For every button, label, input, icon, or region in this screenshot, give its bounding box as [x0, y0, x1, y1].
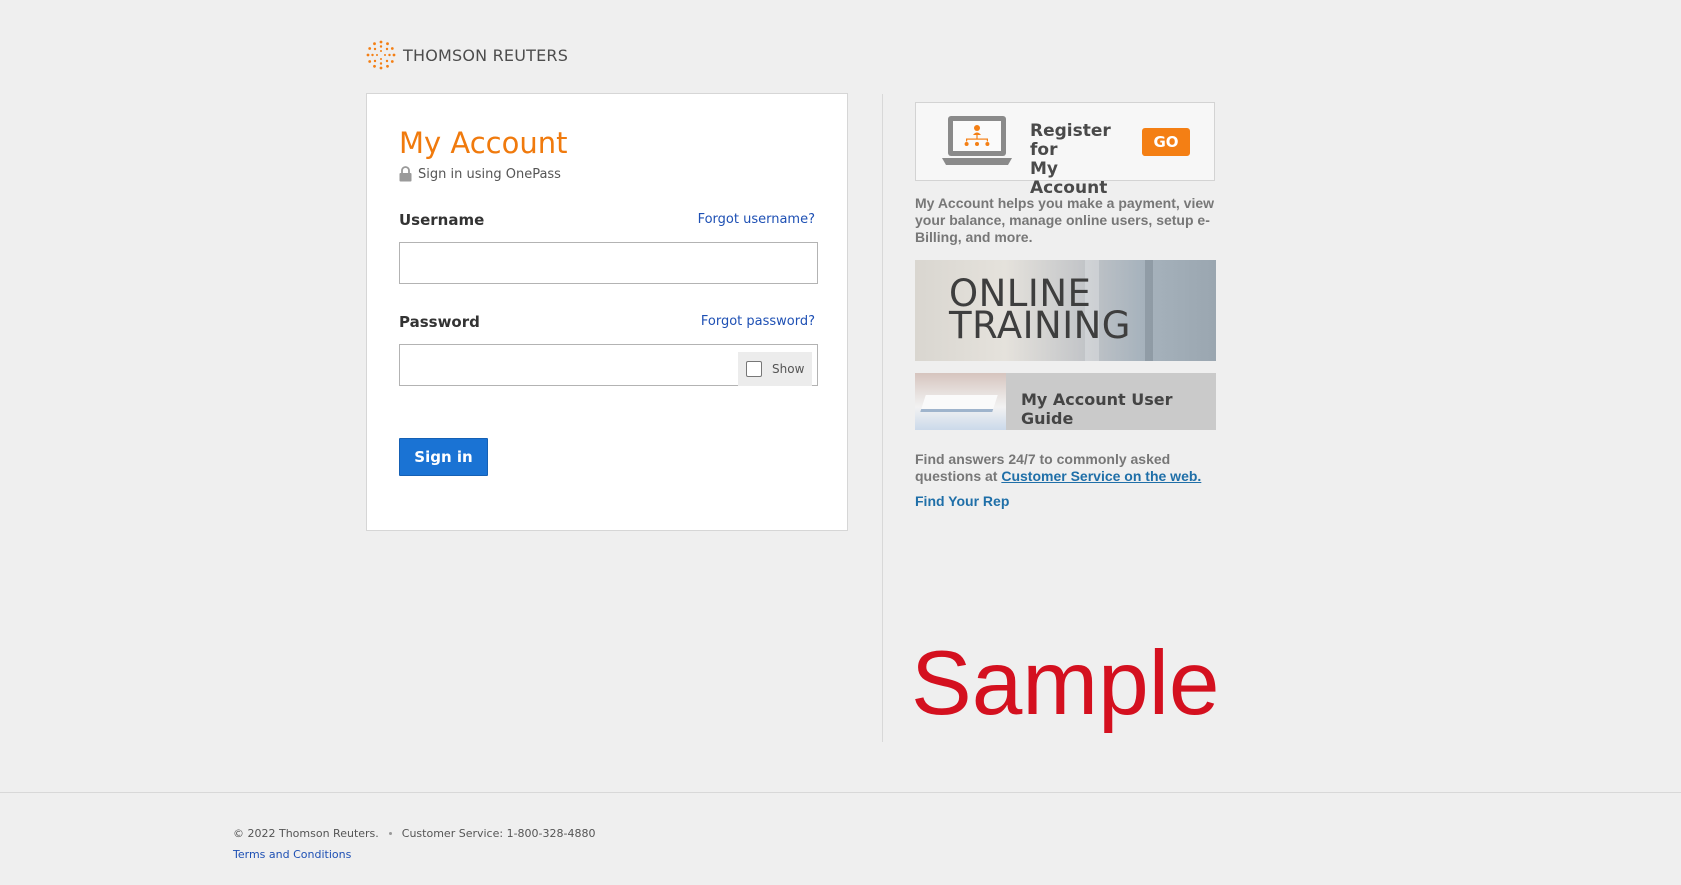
customer-service-link[interactable]: Customer Service on the web.	[1001, 468, 1201, 484]
show-password-toggle[interactable]: Show	[738, 352, 812, 386]
sample-watermark: Sample	[911, 633, 1220, 734]
username-label: Username	[399, 211, 485, 229]
forgot-password-link[interactable]: Forgot password?	[701, 314, 815, 329]
sign-in-button[interactable]: Sign in	[399, 438, 488, 476]
forgot-username-link[interactable]: Forgot username?	[698, 212, 815, 227]
show-password-checkbox[interactable]	[746, 361, 762, 377]
user-guide-label: My Account User Guide	[1021, 390, 1173, 428]
register-banner[interactable]: Register for My Account GO	[915, 102, 1215, 198]
onepass-subtitle: Sign in using OnePass	[399, 166, 561, 182]
subtitle-text: Sign in using OnePass	[418, 166, 561, 182]
page-title: My Account	[399, 126, 568, 160]
brand-name: THOMSON REUTERS	[403, 45, 569, 65]
login-card: My Account Sign in using OnePass Usernam…	[366, 93, 848, 531]
register-line-1: Register for	[1030, 121, 1111, 160]
show-password-label: Show	[772, 362, 805, 376]
go-button[interactable]: GO	[1142, 128, 1190, 156]
register-line-2: My Account	[1030, 159, 1108, 198]
laptop-users-icon	[942, 116, 1012, 165]
username-input[interactable]	[399, 242, 818, 284]
user-guide-banner[interactable]: My Account User Guide	[915, 373, 1216, 430]
copyright-text: © 2022 Thomson Reuters.	[233, 827, 379, 840]
brand-logo: THOMSON REUTERS	[366, 40, 568, 70]
footer-separator	[388, 832, 392, 835]
my-account-info: My Account helps you make a payment, vie…	[915, 195, 1215, 245]
footer-divider	[0, 792, 1681, 793]
thomson-reuters-logo-icon	[366, 40, 396, 70]
find-your-rep-link[interactable]: Find Your Rep	[915, 493, 1009, 509]
column-divider	[882, 94, 883, 742]
answers-text: Find answers 24/7 to commonly asked ques…	[915, 451, 1215, 485]
register-text: Register for My Account	[1030, 122, 1140, 198]
training-line-2: TRAINING	[949, 304, 1131, 347]
guide-notebook-image	[915, 373, 1006, 430]
online-training-text: ONLINE TRAINING	[949, 275, 1131, 347]
terms-link[interactable]: Terms and Conditions	[233, 848, 351, 861]
password-label: Password	[399, 313, 480, 331]
lock-icon	[399, 166, 412, 182]
footer-info: © 2022 Thomson Reuters. Customer Service…	[233, 827, 595, 840]
online-training-banner[interactable]: ONLINE TRAINING	[915, 260, 1216, 361]
customer-service-phone: Customer Service: 1-800-328-4880	[401, 827, 596, 840]
